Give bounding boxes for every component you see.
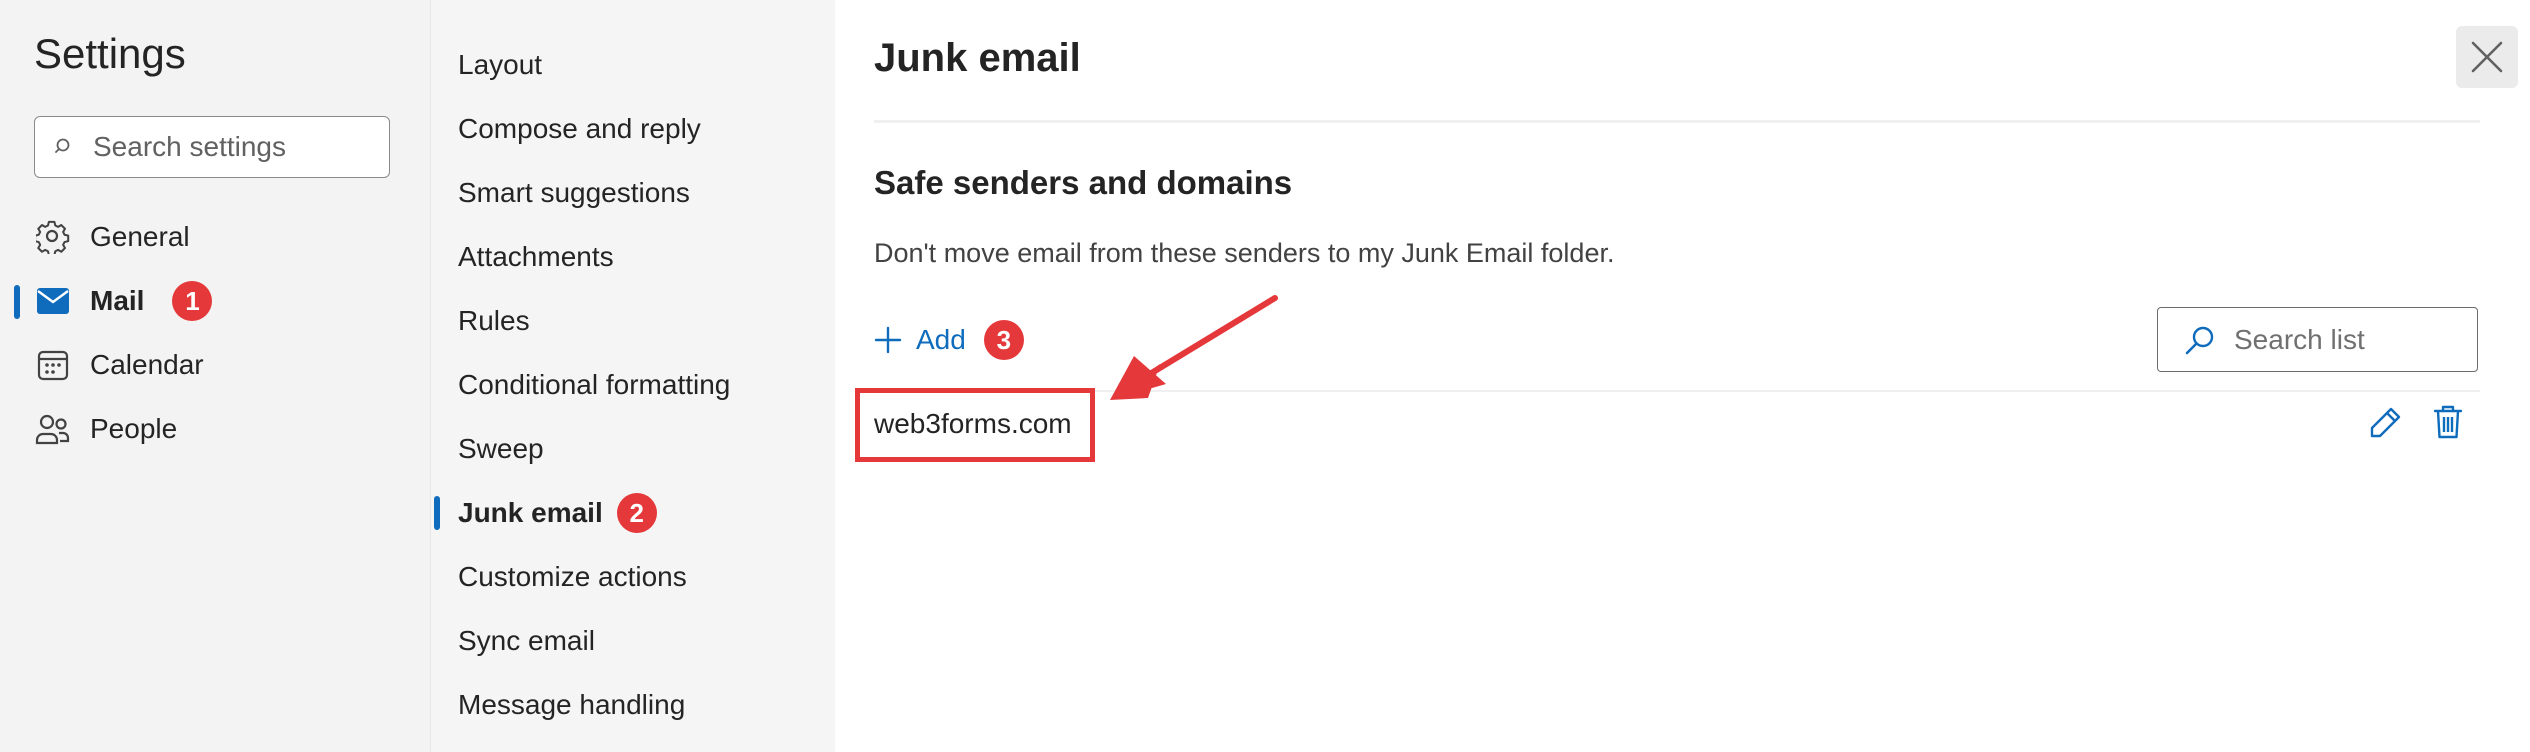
subnav-item-smart-suggestions[interactable]: Smart suggestions [458, 169, 690, 217]
search-icon [2184, 324, 2216, 356]
trash-icon [2433, 404, 2463, 440]
people-icon [34, 410, 72, 448]
subnav-item-compose-and-reply[interactable]: Compose and reply [458, 105, 701, 153]
add-button-label: Add [916, 324, 966, 355]
search-list-input[interactable] [2232, 322, 2456, 357]
step-badge: 2 [616, 493, 657, 533]
sidebar-item-mail[interactable]: Mail 1 [34, 276, 213, 326]
sidebar-item-label: General [90, 221, 190, 252]
divider [874, 120, 2480, 123]
close-button[interactable] [2456, 26, 2518, 88]
sidebar-item-people[interactable]: People [34, 404, 177, 454]
edit-button[interactable] [2364, 400, 2408, 444]
calendar-icon [34, 346, 72, 384]
section-description: Don't move email from these senders to m… [874, 238, 1615, 268]
delete-button[interactable] [2426, 400, 2470, 444]
subnav-item-junk-email[interactable]: Junk email 2 [458, 489, 657, 537]
annotation-arrow-icon [1110, 295, 1278, 400]
step-badge: 1 [172, 281, 213, 321]
subnav-item-sync-email[interactable]: Sync email [458, 617, 595, 665]
sidebar-item-label: Mail [90, 285, 145, 316]
plus-icon [874, 326, 902, 354]
step-badge: 3 [983, 320, 1024, 360]
pencil-icon [2369, 405, 2403, 439]
junk-email-panel [835, 0, 2530, 752]
subnav-item-layout[interactable]: Layout [458, 41, 542, 89]
close-icon [2470, 40, 2504, 74]
settings-sidebar: Settings General Mail 1 [0, 0, 430, 752]
sidebar-item-calendar[interactable]: Calendar [34, 340, 204, 390]
page-title: Junk email [874, 36, 1081, 80]
sidebar-item-label: People [90, 413, 178, 444]
add-safe-sender-button[interactable]: Add 3 [874, 318, 1024, 362]
settings-search-input[interactable] [91, 130, 375, 164]
selection-indicator [14, 285, 20, 319]
settings-search-box[interactable] [34, 116, 390, 178]
mail-icon [34, 282, 72, 320]
search-icon [55, 137, 75, 157]
sidebar-item-general[interactable]: General [34, 212, 190, 262]
section-title: Safe senders and domains [874, 164, 1293, 201]
gear-icon [34, 218, 72, 256]
subnav-item-customize-actions[interactable]: Customize actions [458, 553, 687, 601]
search-list-box[interactable] [2157, 307, 2478, 372]
subnav-item-rules[interactable]: Rules [458, 297, 530, 345]
subnav-item-message-handling[interactable]: Message handling [458, 681, 685, 729]
sidebar-item-label: Calendar [90, 349, 204, 380]
selection-indicator [434, 496, 440, 530]
annotation-highlight-box [855, 388, 1095, 462]
subnav-item-sweep[interactable]: Sweep [458, 425, 544, 473]
settings-title: Settings [34, 30, 186, 77]
subnav-item-label: Junk email [458, 497, 603, 528]
subnav-item-attachments[interactable]: Attachments [458, 233, 614, 281]
subnav-item-conditional-formatting[interactable]: Conditional formatting [458, 361, 730, 409]
